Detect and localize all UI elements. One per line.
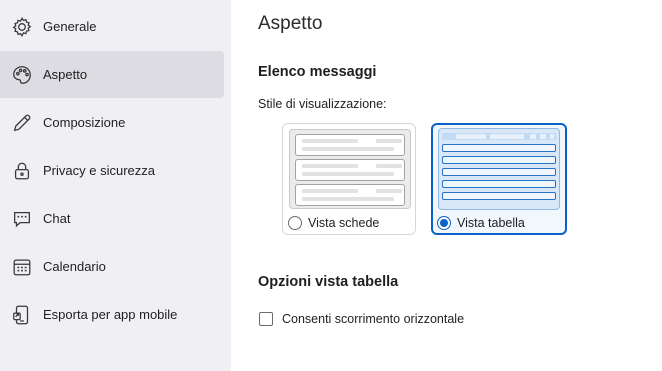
sidebar-item-label: Generale xyxy=(43,19,97,34)
settings-sidebar: Generale Aspetto Composizione Privacy e … xyxy=(0,0,231,371)
card-view-option[interactable]: Vista schede xyxy=(282,123,416,235)
calendar-icon xyxy=(10,255,34,279)
table-view-label: Vista tabella xyxy=(457,216,525,230)
card-view-preview xyxy=(289,129,411,209)
preview-card xyxy=(295,184,405,206)
preview-table-row xyxy=(442,144,556,152)
horizontal-scroll-checkbox[interactable] xyxy=(259,312,273,326)
sidebar-item-aspetto[interactable]: Aspetto xyxy=(0,51,224,98)
pencil-icon xyxy=(10,111,34,135)
table-view-radio[interactable] xyxy=(437,216,451,230)
sidebar-item-label: Privacy e sicurezza xyxy=(43,163,155,178)
preview-card xyxy=(295,159,405,181)
sidebar-item-esporta[interactable]: Esporta per app mobile xyxy=(0,291,224,338)
mobile-export-icon xyxy=(10,303,34,327)
sidebar-item-label: Composizione xyxy=(43,115,126,130)
sidebar-item-label: Chat xyxy=(43,211,71,226)
sidebar-item-chat[interactable]: Chat xyxy=(0,195,224,242)
sidebar-item-label: Aspetto xyxy=(43,67,88,82)
sidebar-item-composizione[interactable]: Composizione xyxy=(0,99,224,146)
table-view-preview xyxy=(438,128,560,210)
preview-table-row xyxy=(442,192,556,200)
sidebar-item-label: Calendario xyxy=(43,259,106,274)
sidebar-item-generale[interactable]: Generale xyxy=(0,3,224,50)
preview-table-header xyxy=(442,133,556,140)
appearance-panel: Aspetto Elenco messaggi Stile di visuali… xyxy=(231,0,662,371)
message-list-heading: Elenco messaggi xyxy=(258,64,377,80)
sidebar-item-label: Esporta per app mobile xyxy=(43,307,178,322)
palette-icon xyxy=(10,63,34,87)
lock-icon xyxy=(10,159,34,183)
page-title: Aspetto xyxy=(258,13,323,34)
table-options-heading: Opzioni vista tabella xyxy=(258,274,399,290)
chat-icon xyxy=(10,207,34,231)
card-view-label: Vista schede xyxy=(308,216,380,230)
horizontal-scroll-label[interactable]: Consenti scorrimento orizzontale xyxy=(282,312,464,326)
sidebar-item-privacy[interactable]: Privacy e sicurezza xyxy=(0,147,224,194)
sidebar-item-calendario[interactable]: Calendario xyxy=(0,243,224,290)
card-view-radio[interactable] xyxy=(288,216,302,230)
display-style-label: Stile di visualizzazione: xyxy=(258,97,387,111)
table-view-option[interactable]: Vista tabella xyxy=(431,123,567,235)
preview-card xyxy=(295,134,405,156)
preview-table-row xyxy=(442,180,556,188)
preview-table-row xyxy=(442,168,556,176)
gear-icon xyxy=(10,15,34,39)
preview-table-row xyxy=(442,156,556,164)
